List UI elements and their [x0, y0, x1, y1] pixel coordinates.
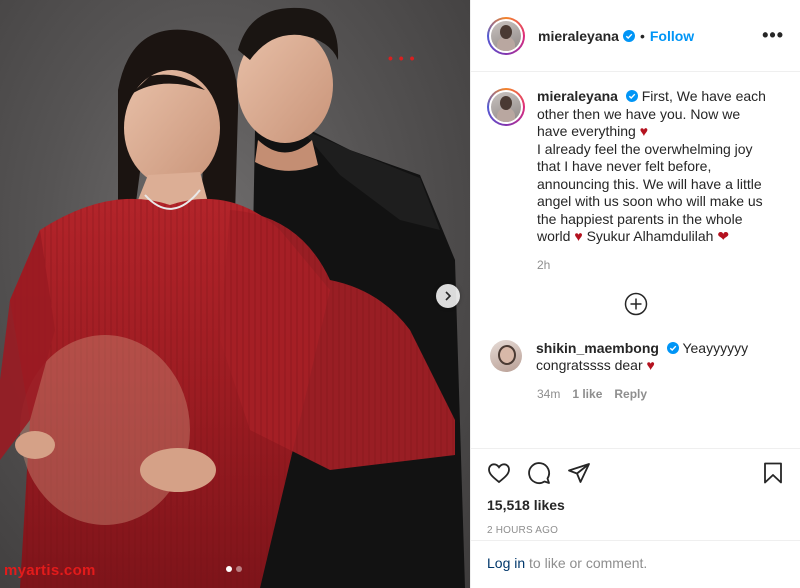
- carousel-dot: [236, 566, 242, 572]
- caption-author[interactable]: mieraleyana: [537, 88, 618, 104]
- carousel-indicator: [226, 566, 242, 572]
- likes-count[interactable]: 15,518 likes: [487, 497, 785, 513]
- post-header: mieraleyana • Follow •••: [471, 0, 800, 72]
- verified-badge-icon: [622, 29, 635, 42]
- plus-circle-icon: [624, 292, 647, 315]
- heart-emoji-icon: ♥: [574, 228, 583, 244]
- verified-badge-icon: [625, 90, 638, 102]
- heart-emoji-icon: ♥: [646, 357, 655, 373]
- action-icons: [487, 455, 785, 491]
- header-separator: •: [639, 27, 645, 44]
- paper-plane-icon: [568, 463, 590, 483]
- login-prompt-text: to like or comment.: [525, 555, 648, 571]
- carousel-dot-active: [226, 566, 232, 572]
- verified-badge-icon: [666, 341, 679, 354]
- post-actions: 15,518 likes 2 HOURS AGO: [471, 448, 800, 536]
- comment-reply-button[interactable]: Reply: [614, 387, 647, 401]
- decorative-red-dots: • • •: [388, 50, 416, 66]
- post-timestamp: 2 HOURS AGO: [487, 525, 559, 536]
- comment-button[interactable]: [527, 461, 551, 485]
- comment-timestamp: 34m: [537, 386, 561, 401]
- login-prompt: Log in to like or comment.: [471, 540, 800, 588]
- save-button[interactable]: [761, 461, 785, 485]
- login-link[interactable]: Log in: [487, 555, 525, 571]
- comment-text: shikin_maembong Yeayyyyyy congratssss de…: [536, 340, 756, 375]
- bookmark-icon: [764, 462, 782, 484]
- chevron-right-icon: [445, 291, 452, 301]
- watermark: myartis.com: [4, 562, 96, 579]
- commenter-username[interactable]: shikin_maembong: [536, 340, 659, 356]
- commenter-avatar[interactable]: [490, 339, 522, 372]
- caption-line-3: Syukur Alhamdulilah: [586, 228, 714, 244]
- post-caption: mieraleyana First, We have each other th…: [487, 88, 784, 246]
- two-hearts-emoji-icon: ❤: [717, 228, 730, 244]
- next-slide-button[interactable]: [436, 284, 460, 308]
- like-button[interactable]: [487, 461, 511, 485]
- comment-item: shikin_maembong Yeayyyyyy congratssss de…: [487, 339, 784, 375]
- post-side-panel: mieraleyana • Follow ••• mieraleyana Fir…: [470, 0, 800, 588]
- load-more-comments-button[interactable]: [487, 292, 784, 316]
- author-avatar[interactable]: [487, 16, 525, 55]
- share-button[interactable]: [567, 461, 591, 485]
- author-username[interactable]: mieraleyana: [538, 28, 619, 44]
- caption-text: mieraleyana First, We have each other th…: [537, 88, 769, 246]
- comment-bubble-icon: [528, 462, 550, 484]
- more-options-icon[interactable]: •••: [762, 25, 784, 46]
- comment-meta: 34m 1 like Reply: [537, 387, 784, 401]
- caption-timestamp: 2h: [537, 257, 551, 272]
- heart-emoji-icon: ♥: [639, 123, 649, 139]
- caption-author-avatar[interactable]: [487, 88, 525, 126]
- comment-likes[interactable]: 1 like: [572, 387, 602, 401]
- couple-photo-illustration: [0, 7, 465, 588]
- post-photo[interactable]: • • • myartis.com: [0, 0, 470, 588]
- heart-icon: [488, 463, 510, 484]
- follow-button[interactable]: Follow: [650, 28, 694, 44]
- comments-section: mieraleyana First, We have each other th…: [471, 72, 800, 448]
